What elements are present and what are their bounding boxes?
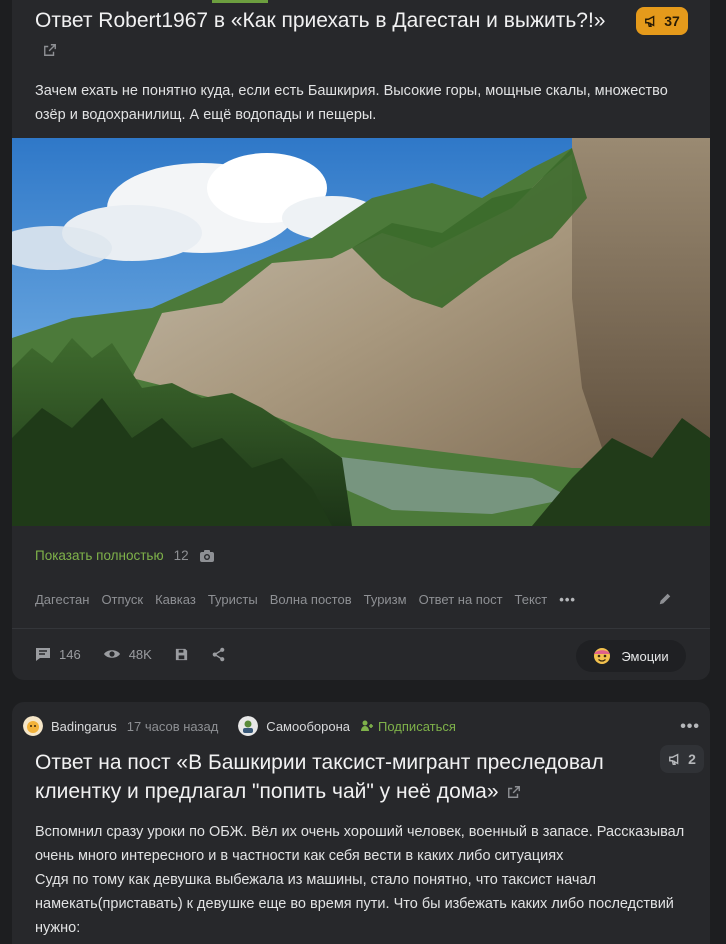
post-stats: 146 48K bbox=[35, 646, 248, 662]
post-title[interactable]: Ответ на пост «В Башкирии таксист-мигран… bbox=[35, 748, 605, 806]
text-line: намекать(приставать) к девушке еще во вр… bbox=[35, 896, 674, 912]
tag[interactable]: Волна постов bbox=[270, 592, 352, 607]
camera-icon bbox=[199, 549, 214, 562]
rating-badge[interactable]: 37 bbox=[636, 7, 688, 35]
views-count: 48K bbox=[128, 646, 152, 662]
share-button[interactable] bbox=[211, 647, 226, 662]
rating-badge[interactable]: 2 bbox=[660, 745, 704, 773]
post-text: Вспомнил сразу уроки по ОБЖ. Вёл их очен… bbox=[35, 820, 715, 940]
rating-value: 2 bbox=[688, 751, 696, 767]
emotions-label: Эмоции bbox=[621, 648, 669, 664]
tag[interactable]: Ответ на пост bbox=[419, 592, 503, 607]
post-text: Зачем ехать не понятно куда, если есть Б… bbox=[35, 83, 668, 123]
megaphone-icon bbox=[669, 753, 679, 765]
megaphone-icon bbox=[645, 15, 655, 27]
comments-button[interactable]: 146 bbox=[35, 646, 81, 662]
tag[interactable]: Дагестан bbox=[35, 592, 89, 607]
author-name[interactable]: Badingarus bbox=[51, 719, 117, 734]
subscribe-button[interactable]: Подписаться bbox=[360, 719, 456, 734]
text-line: Судя по тому как девушка выбежала из маш… bbox=[35, 872, 596, 888]
post-meta: Badingarus 17 часов назад Самооборона По… bbox=[23, 716, 456, 736]
community-avatar[interactable] bbox=[238, 716, 259, 736]
save-button[interactable] bbox=[174, 647, 189, 662]
post-card: Ответ Robert1967 в «Как приехать в Дагес… bbox=[12, 0, 710, 680]
avatar[interactable] bbox=[23, 716, 43, 736]
external-link-icon[interactable] bbox=[507, 785, 521, 799]
emoji-face-icon bbox=[594, 648, 611, 664]
photo-count: 12 bbox=[173, 548, 189, 563]
post-title-text[interactable]: Ответ Robert1967 в «Как приехать в Дагес… bbox=[35, 9, 605, 32]
rating-value: 37 bbox=[664, 13, 680, 29]
external-link-icon[interactable] bbox=[43, 43, 57, 57]
eye-icon bbox=[103, 650, 120, 658]
active-indicator bbox=[212, 0, 268, 3]
tag[interactable]: Кавказ bbox=[155, 592, 196, 607]
tag[interactable]: Туризм bbox=[364, 592, 407, 607]
divider bbox=[12, 628, 710, 629]
tag[interactable]: Туристы bbox=[208, 592, 258, 607]
emotions-button[interactable]: Эмоции bbox=[576, 640, 686, 672]
subscribe-label[interactable]: Подписаться bbox=[378, 719, 456, 734]
text-line: очень много интересного и в частности ка… bbox=[35, 848, 564, 864]
more-tags-button[interactable]: ••• bbox=[559, 592, 576, 607]
save-icon bbox=[175, 648, 187, 660]
post-title[interactable]: Ответ Robert1967 в «Как приехать в Дагес… bbox=[35, 6, 615, 64]
tag[interactable]: Отпуск bbox=[101, 592, 143, 607]
post-time: 17 часов назад bbox=[126, 718, 219, 734]
comments-count: 146 bbox=[59, 646, 81, 662]
tag-list: Дагестан Отпуск Кавказ Туристы Волна пос… bbox=[35, 592, 576, 607]
show-full-post[interactable]: Показать полностью 12 bbox=[35, 548, 215, 563]
subscribe-icon bbox=[361, 720, 374, 731]
post-image[interactable] bbox=[12, 138, 710, 526]
show-more-link[interactable]: Показать полностью bbox=[35, 548, 164, 563]
share-icon bbox=[212, 647, 225, 661]
community-name[interactable]: Самооборона bbox=[266, 719, 350, 734]
tag[interactable]: Текст bbox=[515, 592, 548, 607]
text-line: нужно: bbox=[35, 920, 81, 936]
more-options-button[interactable]: ••• bbox=[680, 718, 700, 736]
views: 48K bbox=[103, 647, 152, 662]
comment-icon bbox=[36, 648, 50, 661]
text-line: Вспомнил сразу уроки по ОБЖ. Вёл их очен… bbox=[35, 824, 685, 840]
pencil-icon[interactable] bbox=[658, 592, 672, 606]
mountain-landscape-image[interactable] bbox=[12, 138, 710, 526]
